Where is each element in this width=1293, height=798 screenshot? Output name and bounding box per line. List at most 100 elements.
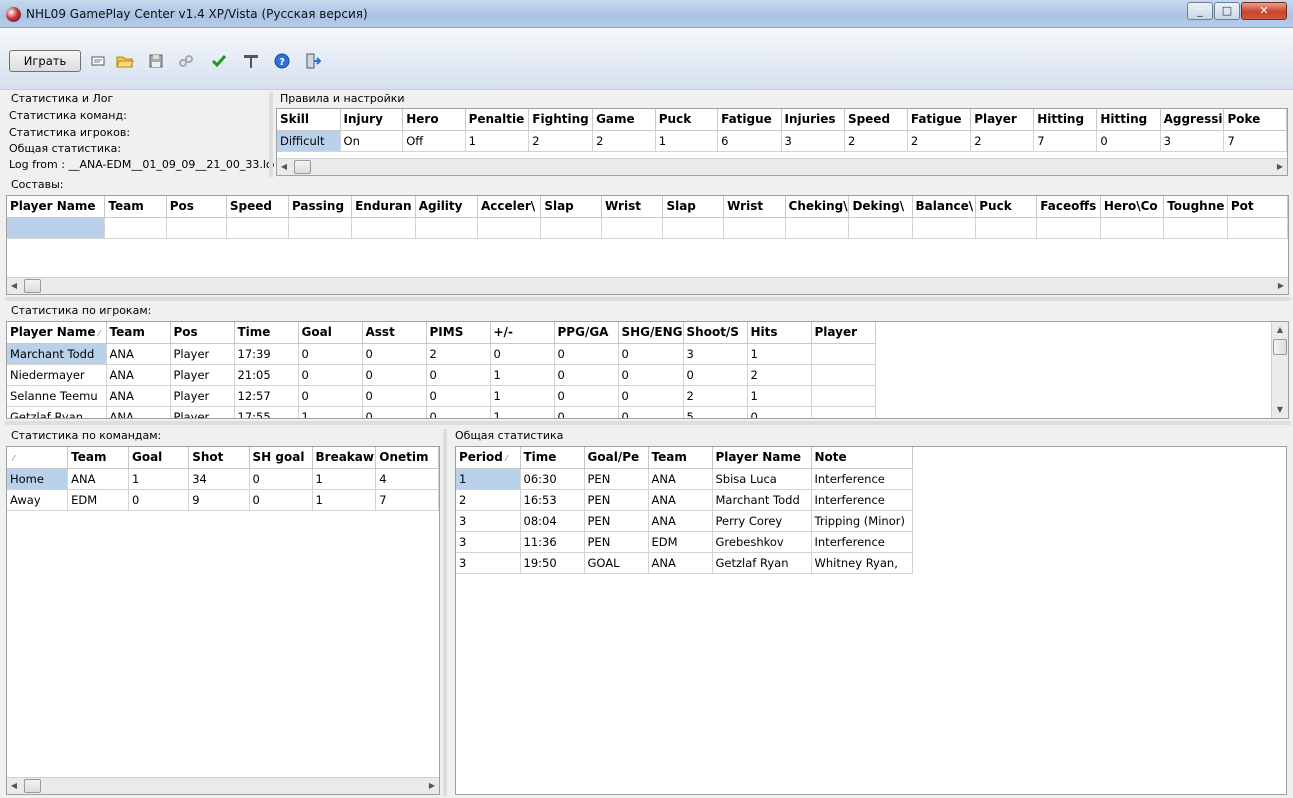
column-header[interactable]: Team (648, 447, 713, 469)
column-header[interactable]: ⁄ (7, 447, 69, 469)
table-cell[interactable] (351, 217, 416, 239)
table-cell[interactable]: Difficult (277, 130, 341, 152)
scroll-up-icon[interactable]: ▲ (1274, 324, 1286, 336)
table-cell[interactable]: 0 (249, 489, 313, 511)
column-header[interactable]: Player Name ⁄ (7, 322, 107, 344)
table-cell[interactable]: 16:53 (520, 489, 585, 511)
table-cell[interactable]: ANA (648, 552, 713, 574)
table-cell[interactable] (1163, 217, 1228, 239)
column-header[interactable]: Balance\ (912, 196, 977, 218)
table-row[interactable]: Getzlaf Ryan ANA Player 17:55 1 0 0 1 0 0 5 0 (7, 406, 876, 418)
rules-horizontal-scrollbar[interactable]: ◀ ▶ (277, 158, 1287, 175)
table-cell[interactable]: 0 (618, 385, 684, 407)
column-header[interactable]: Poke (1223, 109, 1287, 131)
table-cell[interactable]: 0 (490, 343, 555, 365)
column-header[interactable]: Hits (747, 322, 812, 344)
column-header[interactable]: Goal (128, 447, 190, 469)
table-cell[interactable]: 1 (490, 364, 555, 386)
rosters-horizontal-scrollbar[interactable]: ◀ ▶ (7, 277, 1288, 294)
table-cell[interactable]: 0 (1096, 130, 1161, 152)
column-header[interactable]: PPG/GA (554, 322, 619, 344)
table-cell[interactable]: 0 (426, 385, 491, 407)
horizontal-splitter[interactable] (5, 421, 1291, 425)
column-header[interactable]: Fatigue (717, 109, 782, 131)
table-cell[interactable]: 1 (655, 130, 719, 152)
column-header[interactable]: Pos (170, 322, 235, 344)
column-header[interactable]: Faceoffs (1036, 196, 1101, 218)
table-cell[interactable]: EDM (648, 531, 713, 553)
table-cell[interactable]: 1 (747, 385, 812, 407)
table-cell[interactable]: Player (170, 385, 235, 407)
column-header[interactable]: Deking\ (848, 196, 913, 218)
table-cell[interactable]: 0 (298, 343, 363, 365)
table-cell[interactable]: 0 (747, 406, 812, 418)
horizontal-splitter[interactable] (5, 297, 1291, 301)
column-header[interactable]: Asst (362, 322, 427, 344)
table-cell[interactable]: 0 (683, 364, 748, 386)
column-header[interactable]: Pos (166, 196, 227, 218)
column-header[interactable]: Slap (662, 196, 725, 218)
column-header[interactable]: Goal (298, 322, 363, 344)
column-header[interactable]: Acceler\ (477, 196, 542, 218)
table-cell[interactable] (811, 406, 876, 418)
table-cell[interactable]: ANA (106, 364, 171, 386)
table-cell[interactable]: 2 (456, 489, 521, 511)
table-cell[interactable]: Off (402, 130, 466, 152)
table-cell[interactable]: 06:30 (520, 468, 585, 490)
table-cell[interactable]: 0 (298, 385, 363, 407)
table-cell[interactable]: 0 (362, 406, 427, 418)
scroll-thumb[interactable] (24, 279, 41, 293)
column-header[interactable]: Wrist (601, 196, 664, 218)
table-cell[interactable]: Marchant Todd (712, 489, 812, 511)
open-folder-icon[interactable] (116, 52, 134, 70)
column-header[interactable]: Enduran (351, 196, 416, 218)
column-header[interactable]: Puck (655, 109, 719, 131)
table-cell[interactable]: 0 (554, 385, 619, 407)
column-header[interactable]: Player Name (7, 196, 106, 218)
column-header[interactable]: Puck (975, 196, 1038, 218)
new-icon[interactable] (89, 52, 107, 70)
column-header[interactable]: Time (520, 447, 585, 469)
table-cell[interactable]: ANA (67, 468, 129, 490)
table-cell[interactable]: ANA (648, 489, 713, 511)
table-cell[interactable]: 3 (781, 130, 845, 152)
table-cell[interactable]: ANA (106, 385, 171, 407)
table-cell[interactable]: 4 (375, 468, 439, 490)
table-cell[interactable]: 2 (907, 130, 972, 152)
table-cell[interactable] (166, 217, 227, 239)
table-cell[interactable]: 1 (465, 130, 530, 152)
table-row[interactable]: 2 16:53 PEN ANA Marchant Todd Interference (456, 489, 913, 511)
table-cell[interactable] (601, 217, 664, 239)
exit-icon[interactable] (304, 52, 322, 70)
column-header[interactable]: Goal/Pe (584, 447, 649, 469)
column-header[interactable]: Penaltie (465, 109, 530, 131)
table-cell[interactable]: Interference (811, 489, 913, 511)
table-cell[interactable]: 0 (554, 406, 619, 418)
table-cell[interactable] (811, 364, 876, 386)
table-cell[interactable]: 2 (747, 364, 812, 386)
table-cell[interactable]: Grebeshkov (712, 531, 812, 553)
column-header[interactable]: Hero\Co (1100, 196, 1165, 218)
column-header[interactable]: Aggressi (1160, 109, 1225, 131)
table-cell[interactable]: 0 (128, 489, 190, 511)
table-cell[interactable]: Sbisa Luca (712, 468, 812, 490)
column-header[interactable]: Agility (415, 196, 478, 218)
table-cell[interactable]: 1 (298, 406, 363, 418)
table-cell[interactable]: Player (170, 406, 235, 418)
tools-icon[interactable] (242, 52, 260, 70)
column-header[interactable]: Game (592, 109, 656, 131)
minimize-button[interactable]: _ (1187, 2, 1213, 20)
table-cell[interactable]: 1 (490, 406, 555, 418)
table-cell[interactable]: ANA (648, 510, 713, 532)
table-row[interactable] (7, 217, 1288, 239)
column-header[interactable]: SH goal (249, 447, 313, 469)
table-cell[interactable]: 0 (362, 385, 427, 407)
column-header[interactable]: Fatigue (907, 109, 972, 131)
column-header[interactable]: SHG/ENG (618, 322, 684, 344)
table-cell[interactable]: 0 (362, 343, 427, 365)
table-cell[interactable]: Player (170, 343, 235, 365)
table-cell[interactable]: 3 (683, 343, 748, 365)
table-row[interactable]: Niedermayer ANA Player 21:05 0 0 0 1 0 0 0 2 (7, 364, 876, 386)
column-header[interactable]: Slap (540, 196, 603, 218)
check-icon[interactable] (210, 52, 228, 70)
